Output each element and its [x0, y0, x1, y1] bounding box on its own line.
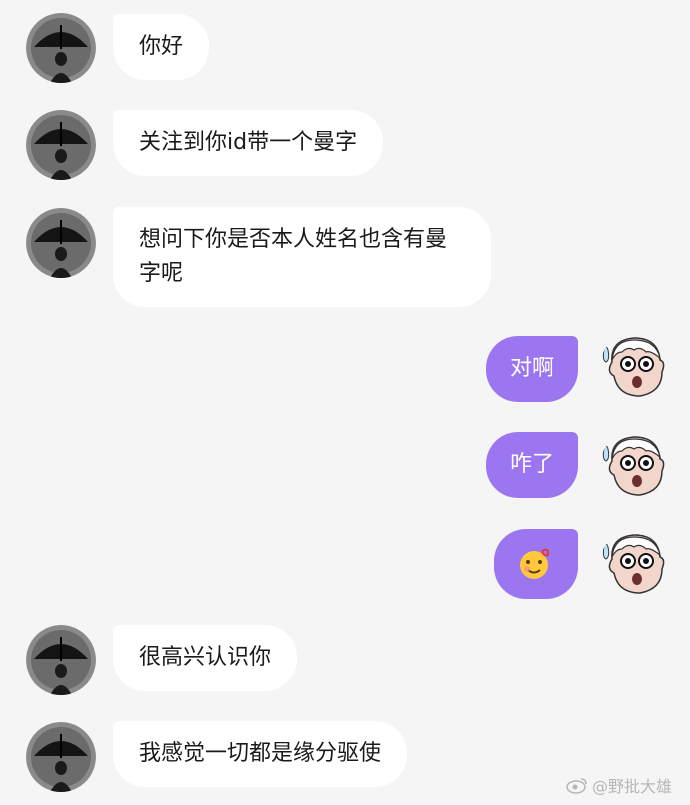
user-avatar[interactable]: [600, 529, 670, 599]
contact-avatar[interactable]: [26, 625, 96, 695]
message-text: 关注到你id带一个曼字: [139, 130, 358, 155]
incoming-message-bubble[interactable]: 关注到你id带一个曼字: [113, 110, 384, 176]
incoming-message-bubble[interactable]: 想问下你是否本人姓名也含有曼字呢: [113, 207, 491, 307]
watermark: @野批大雄: [566, 773, 672, 797]
watermark-text: @野批大雄: [591, 777, 672, 796]
message-text: 你好: [139, 34, 184, 59]
contact-avatar[interactable]: [26, 722, 96, 792]
outgoing-message-bubble[interactable]: 对啊: [485, 336, 578, 402]
user-avatar[interactable]: [600, 431, 670, 501]
message-text: 咋了: [509, 452, 554, 477]
weibo-icon: [566, 778, 587, 794]
message-text: 我感觉一切都是缘分驱使: [139, 741, 382, 766]
incoming-message-bubble[interactable]: 很高兴认识你: [113, 625, 298, 691]
user-avatar[interactable]: [600, 332, 670, 402]
message-text: 很高兴认识你: [139, 645, 272, 670]
message-text: 对啊: [509, 356, 554, 381]
contact-avatar[interactable]: [26, 110, 96, 180]
outgoing-message-bubble[interactable]: [494, 529, 578, 599]
incoming-message-bubble[interactable]: 你好: [113, 14, 210, 80]
contact-avatar[interactable]: [26, 13, 96, 83]
message-text: 想问下你是否本人姓名也含有曼字呢: [139, 227, 448, 286]
outgoing-message-bubble[interactable]: 咋了: [485, 432, 578, 498]
contact-avatar[interactable]: [26, 208, 96, 278]
incoming-message-bubble[interactable]: 我感觉一切都是缘分驱使: [113, 721, 408, 787]
dizzy-face-emoji-icon: [520, 548, 550, 579]
